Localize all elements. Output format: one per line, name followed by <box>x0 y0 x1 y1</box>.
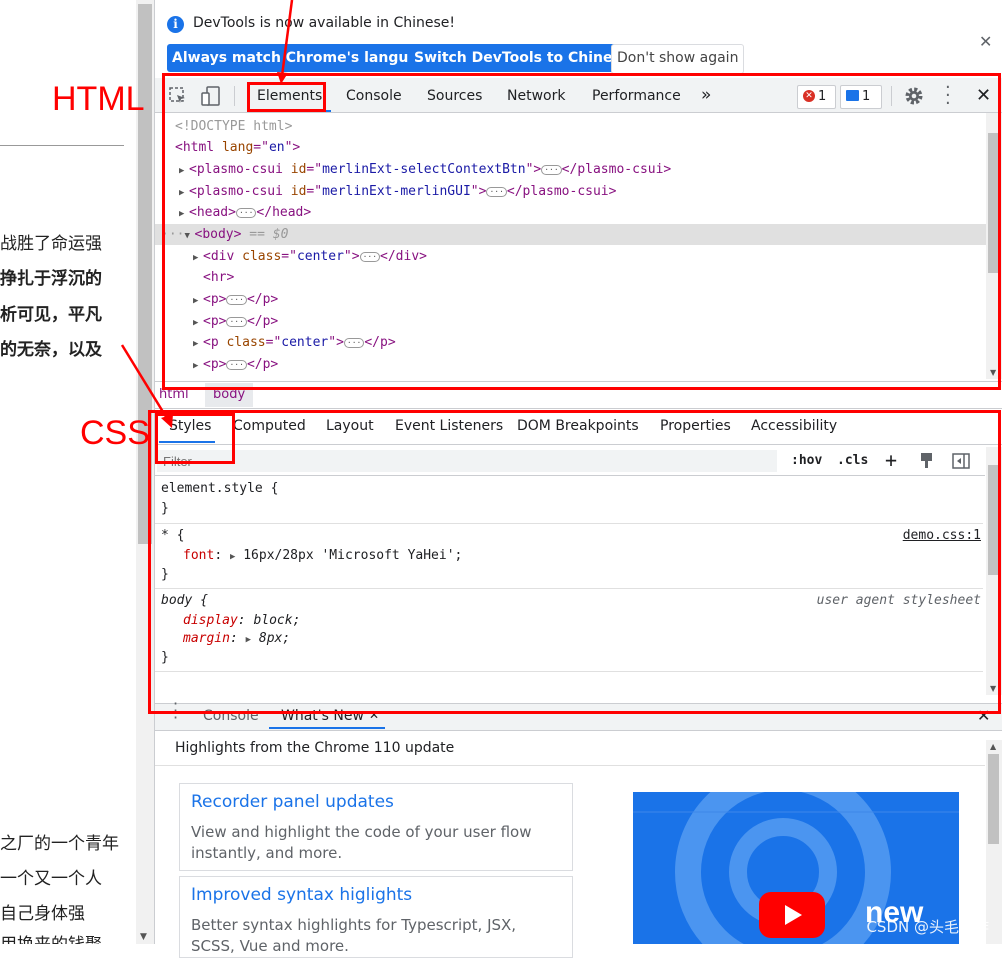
page-divider <box>0 145 124 146</box>
switch-to-chinese-button[interactable]: Switch DevTools to Chinese <box>409 44 636 72</box>
scroll-up-icon[interactable]: ▲ <box>990 742 996 751</box>
page-text-line: 一个又一个人 <box>0 869 102 889</box>
card-description: View and highlight the code of your user… <box>191 823 532 862</box>
drawer-tab-underline <box>269 727 385 729</box>
page-text-line: 之厂的一个青年 <box>0 834 119 854</box>
card-title[interactable]: Recorder panel updates <box>191 792 394 812</box>
whats-new-card[interactable]: Improved syntax higlights Better syntax … <box>179 876 573 958</box>
scroll-down-icon[interactable]: ▼ <box>140 932 147 942</box>
page-text-line: 的无奈，以及 <box>0 340 102 360</box>
close-banner-icon[interactable]: ✕ <box>979 32 992 51</box>
css-annotation-box <box>148 410 1001 714</box>
css-annotation-label: CSS <box>80 414 150 452</box>
play-button[interactable] <box>759 892 825 938</box>
page-text-line: 挣扎于浮沉的 <box>0 269 102 289</box>
html-annotation-label: HTML <box>52 80 145 118</box>
page-text-line: 自己身体强 <box>0 904 85 924</box>
html-annotation-box <box>162 73 1001 390</box>
always-match-language-button[interactable]: Always match Chrome's language <box>167 44 443 72</box>
elements-tab-annotation-box <box>247 82 326 112</box>
whats-new-header: Highlights from the Chrome 110 update <box>175 740 455 756</box>
banner-message: DevTools is now available in Chinese! <box>193 15 455 31</box>
dont-show-again-button[interactable]: Don't show again <box>611 44 745 74</box>
styles-tab-annotation-box <box>155 413 235 464</box>
drawer-scrollbar-thumb[interactable] <box>988 754 999 844</box>
card-description: Better syntax highlights for Typescript,… <box>191 916 517 955</box>
card-title[interactable]: Improved syntax higlights <box>191 885 412 905</box>
info-icon: i <box>167 16 184 33</box>
page-text-line: 战胜了命运强 <box>0 234 102 254</box>
page-text-line: 析可见，平凡 <box>0 305 102 325</box>
whats-new-divider <box>155 765 985 766</box>
page-text-line: 用换来的钱聚 <box>0 930 136 944</box>
play-icon <box>785 905 802 925</box>
csdn-watermark: CSDN @头毛很炸 <box>866 918 989 936</box>
whats-new-card[interactable]: Recorder panel updates View and highligh… <box>179 783 573 871</box>
drawer-scrollbar[interactable]: ▲ <box>986 740 1002 944</box>
page-content: 战胜了命运强 挣扎于浮沉的 析可见，平凡 的无奈，以及 之厂的一个青年 一个又一… <box>0 0 136 944</box>
